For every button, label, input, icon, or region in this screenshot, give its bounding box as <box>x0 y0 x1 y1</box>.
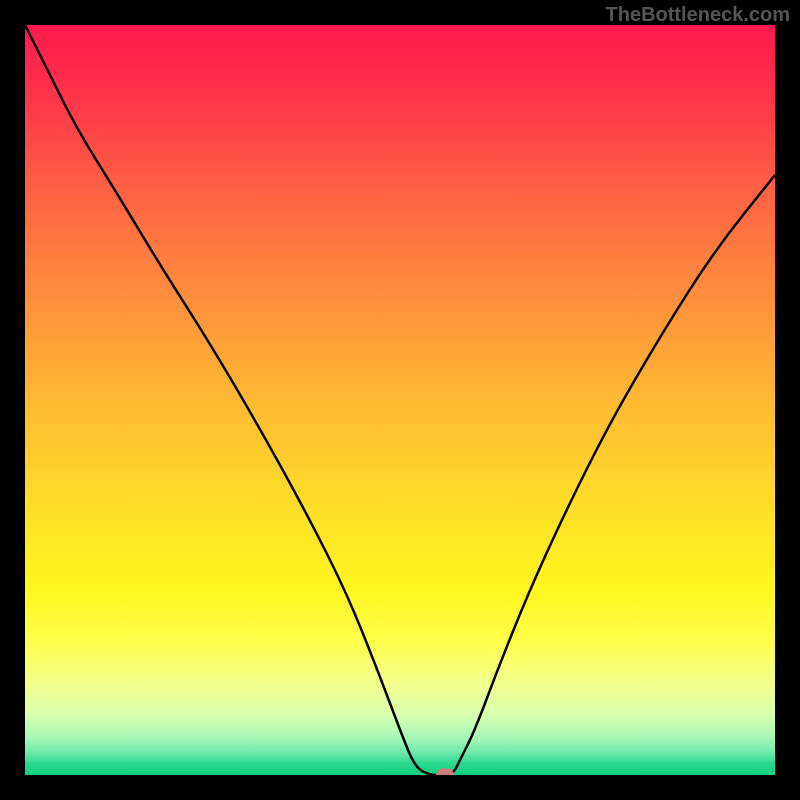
bottleneck-marker <box>436 769 454 776</box>
curve-line <box>25 25 775 775</box>
plot-area <box>25 25 775 775</box>
watermark-label: TheBottleneck.com <box>606 4 790 27</box>
